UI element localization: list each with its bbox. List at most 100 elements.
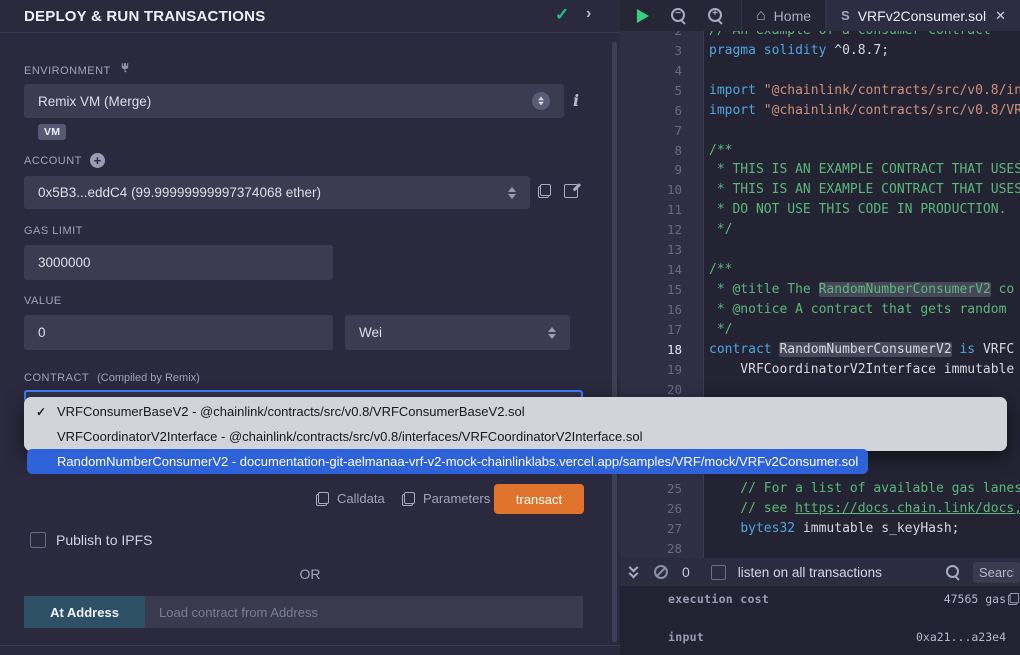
terminal-row: input0xa21...a23e4 [620,624,1020,655]
terminal-row-value: 47565 gas [944,592,1006,606]
line-content: /** [704,141,1020,161]
tab-home[interactable]: ⌂ Home [741,0,826,31]
deploy-run-panel: DEPLOY & RUN TRANSACTIONS ✓ › ENVIRONMEN… [0,0,620,655]
value-input[interactable] [24,315,333,350]
run-script-icon[interactable] [637,9,649,23]
line-content: * @notice A contract that gets random [704,300,1020,320]
listen-all-transactions-checkbox[interactable] [711,565,726,580]
code-line: 10 * THIS IS AN EXAMPLE CONTRACT THAT US… [620,180,1020,200]
contract-label-row: CONTRACT (Compiled by Remix) [24,372,200,384]
contract-option-label: RandomNumberConsumerV2 - documentation-g… [57,454,858,469]
panel-title: DEPLOY & RUN TRANSACTIONS [24,8,265,25]
edit-account-icon[interactable] [564,184,578,198]
parameters-action[interactable]: Parameters [402,491,490,506]
terminal-row-value: 0xa21...a23e4 [916,630,1006,644]
line-number: 27 [620,519,704,539]
line-number: 28 [620,539,704,558]
copy-value-icon[interactable] [1008,593,1019,605]
value-unit: Wei [359,325,548,340]
terminal-row-key: execution cost [668,592,769,606]
terminal-row: execution cost 47565 gas [620,586,1020,624]
calldata-label: Calldata [337,491,385,506]
zoom-in-icon[interactable]: + [708,8,723,23]
line-content [704,61,1020,81]
plug-icon [119,62,132,80]
line-content: VRFCoordinatorV2Interface immutable [704,360,1020,380]
code-line: 26 // see https://docs.chain.link/docs, [620,499,1020,519]
code-line: 3pragma solidity ^0.8.7; [620,41,1020,61]
panel-expand-chevron-icon[interactable]: › [586,5,591,23]
close-tab-icon[interactable]: ✕ [995,8,1006,24]
code-line: 16 * @notice A contract that gets random [620,300,1020,320]
terminal-output: execution cost 47565 gas input0xa21...a23e… [620,586,1020,655]
line-number: 3 [620,41,704,61]
tab-vrfv2consumer[interactable]: S VRFv2Consumer.sol ✕ [826,0,1020,31]
line-content: pragma solidity ^0.8.7; [704,41,1020,61]
line-content: * THIS IS AN EXAMPLE CONTRACT THAT USES [704,180,1020,200]
line-number: 13 [620,240,704,260]
line-content [704,240,1020,260]
panel-header: DEPLOY & RUN TRANSACTIONS ✓ › [0,0,620,33]
account-select[interactable]: 0x5B3...eddC4 (99.99999999997374068 ethe… [24,176,530,209]
line-number: 4 [620,61,704,81]
line-content: */ [704,320,1020,340]
contract-option[interactable]: VRFCoordinatorV2Interface - @chainlink/c… [24,424,1007,449]
account-label-row: ACCOUNT + [24,153,105,168]
gas-limit-input[interactable] [24,245,333,280]
gas-limit-label-row: GAS LIMIT [24,225,83,237]
expand-terminal-icon[interactable] [629,565,639,579]
line-content: import "@chainlink/contracts/src/v0.8/in [704,81,1020,101]
zoom-out-icon[interactable]: − [671,8,686,23]
code-line: 12 */ [620,220,1020,240]
code-line: 13 [620,240,1020,260]
line-content: * DO NOT USE THIS CODE IN PRODUCTION. [704,200,1020,220]
line-number: 8 [620,141,704,161]
transact-button[interactable]: transact [494,484,584,514]
panel-scrollbar[interactable] [612,42,617,642]
line-number: 6 [620,101,704,121]
copy-account-icon[interactable] [538,184,551,198]
select-arrows-icon [548,327,556,339]
value-label-row: VALUE [24,295,62,307]
environment-select[interactable]: Remix VM (Merge) [24,84,564,118]
copy-parameters-icon[interactable] [402,492,415,506]
contract-label: CONTRACT [24,372,89,384]
environment-info-icon[interactable]: i [573,91,579,110]
line-number: 16 [620,300,704,320]
publish-ipfs-checkbox[interactable] [30,532,46,548]
code-line: 5import "@chainlink/contracts/src/v0.8/i… [620,81,1020,101]
line-content: contract RandomNumberConsumerV2 is VRFC [704,340,1020,360]
copy-calldata-icon[interactable] [316,492,329,506]
terminal-search-input[interactable] [973,562,1020,583]
editor-tabbar: − + ⌂ Home S VRFv2Consumer.sol ✕ [620,0,1020,31]
contract-option[interactable]: ✓VRFConsumerBaseV2 - @chainlink/contract… [24,399,1007,424]
line-content: // An example of a consumer contract [704,31,1020,41]
line-content: bytes32 immutable s_keyHash; [704,519,1020,539]
transaction-count-badge: 0 [682,564,690,580]
clear-console-icon[interactable] [654,565,668,579]
line-number: 10 [620,180,704,200]
parameters-label: Parameters [423,491,490,506]
at-address-button[interactable]: At Address [24,596,145,628]
terminal-toolbar: 0 listen on all transactions [620,558,1020,586]
compile-success-check-icon: ✓ [555,5,569,25]
line-number: 18 [620,340,704,360]
selected-check-icon: ✓ [36,405,50,419]
code-line: 18contract RandomNumberConsumerV2 is VRF… [620,340,1020,360]
solidity-file-icon: S [841,8,850,23]
line-number: 26 [620,499,704,519]
line-number: 2 [620,31,704,41]
at-address-input[interactable] [145,596,583,628]
code-line: 4 [620,61,1020,81]
code-editor[interactable]: 2// An example of a consumer contract3pr… [620,31,1020,558]
line-content: import "@chainlink/contracts/src/v0.8/VR [704,101,1020,121]
add-account-icon[interactable]: + [90,153,105,168]
code-line: 2// An example of a consumer contract [620,31,1020,41]
value-unit-select[interactable]: Wei [345,315,570,350]
code-line: 28 [620,539,1020,558]
code-line: 15 * @title The RandomNumberConsumerV2 c… [620,280,1020,300]
listen-all-transactions-label: listen on all transactions [738,565,882,580]
contract-option[interactable]: RandomNumberConsumerV2 - documentation-g… [27,449,868,474]
calldata-action[interactable]: Calldata [316,491,385,506]
line-number: 25 [620,479,704,499]
